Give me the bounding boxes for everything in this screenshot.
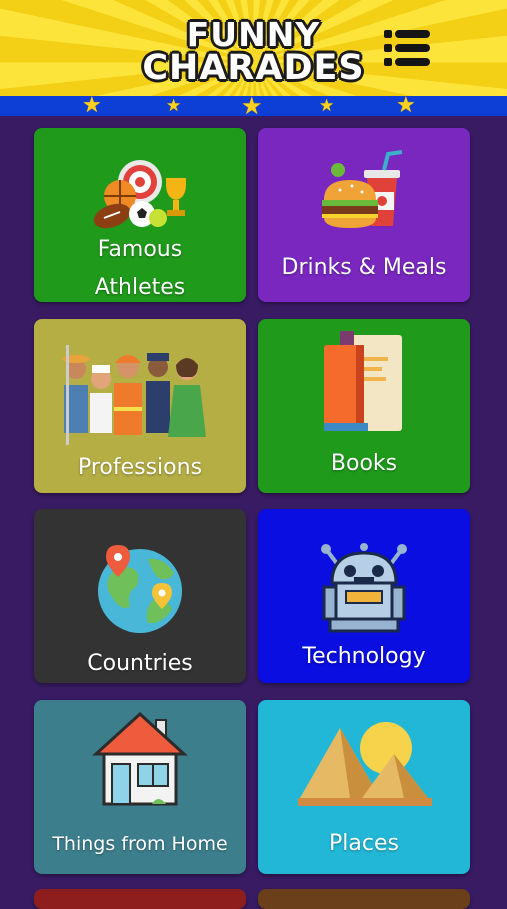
category-places[interactable]: Places xyxy=(258,700,470,874)
category-books[interactable]: Books xyxy=(258,319,470,493)
globe-pins-icon xyxy=(98,545,182,633)
house-icon xyxy=(92,711,188,806)
category-label: Technology xyxy=(302,644,426,669)
category-label: Books xyxy=(330,451,398,476)
category-label: Athletes xyxy=(94,275,186,300)
workers-group-icon xyxy=(62,345,206,445)
category-technology[interactable]: Technology xyxy=(258,509,470,683)
menu-list-icon[interactable] xyxy=(384,29,430,67)
category-label: Famous xyxy=(97,237,183,262)
star-icon: ★ xyxy=(396,93,416,118)
star-icon: ★ xyxy=(319,96,335,116)
category-label: Countries xyxy=(87,651,193,676)
app-title-line1: FUNNY xyxy=(186,15,321,54)
sports-equipment-icon xyxy=(93,160,186,229)
category-tile-partial[interactable] xyxy=(34,889,246,909)
star-icon: ★ xyxy=(241,92,263,120)
category-famous-athletes[interactable]: Famous Athletes xyxy=(34,128,246,302)
star-icon: ★ xyxy=(82,93,102,118)
category-professions[interactable]: Professions xyxy=(34,319,246,493)
category-label: Things from Home xyxy=(52,833,228,855)
pyramids-icon xyxy=(298,722,432,806)
category-things-from-home[interactable]: Things from Home xyxy=(34,700,246,874)
app-header: FUNNY CHARADES xyxy=(0,0,507,98)
burger-drink-icon xyxy=(322,150,403,228)
category-label: Professions xyxy=(77,455,203,480)
app-title-line2: CHARADES xyxy=(142,48,365,88)
star-band: ★ ★ ★ ★ ★ xyxy=(0,92,507,120)
category-countries[interactable]: Countries xyxy=(34,509,246,683)
category-tile-partial[interactable] xyxy=(258,889,470,909)
category-drinks-meals[interactable]: Drinks & Meals xyxy=(258,128,470,302)
category-label: Places xyxy=(329,831,399,856)
books-icon xyxy=(324,331,402,431)
robot-icon xyxy=(321,543,407,633)
star-icon: ★ xyxy=(166,96,182,116)
category-label: Drinks & Meals xyxy=(281,255,447,280)
